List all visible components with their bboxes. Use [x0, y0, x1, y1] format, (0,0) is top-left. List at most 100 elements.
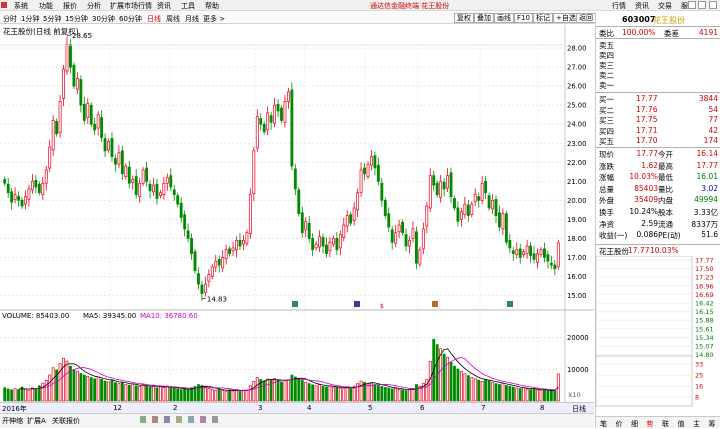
- tool-icon-2[interactable]: [152, 416, 158, 423]
- period-monthly[interactable]: 月线: [185, 14, 199, 24]
- volume-bar: [3, 387, 7, 402]
- candle: [549, 262, 553, 266]
- maximize-icon[interactable]: [698, 1, 706, 9]
- menu-analysis[interactable]: 分析: [87, 1, 101, 11]
- tool-icon-5[interactable]: [188, 416, 194, 423]
- candle: [238, 239, 242, 247]
- date-scroll[interactable]: 2016年 12 2 3 4 5 6 7 8 日线: [0, 403, 594, 414]
- volume-bar: [390, 388, 394, 402]
- menu-right-trade[interactable]: 交易: [658, 1, 672, 11]
- tool-icon-7[interactable]: [212, 416, 218, 423]
- candle: [383, 199, 387, 216]
- tool-icon-1[interactable]: [140, 416, 146, 423]
- mini-intraday-chart[interactable]: 17.7717.5017.2316.9616.6916.4216.1515.88…: [596, 256, 720, 414]
- candle: [487, 195, 491, 209]
- overlay-button[interactable]: 叠加: [474, 13, 494, 23]
- volume-bar: [428, 361, 432, 402]
- buy-volume: 3844: [698, 94, 718, 103]
- candle: [183, 214, 187, 230]
- f10-button[interactable]: F10: [514, 13, 533, 23]
- tool-icon-3[interactable]: [164, 416, 170, 423]
- volume-bar: [300, 380, 304, 402]
- candle: [231, 247, 235, 252]
- tool-icon-6[interactable]: [200, 416, 206, 423]
- candle: [141, 169, 145, 184]
- volume-bar: [114, 382, 117, 402]
- volume-bar: [30, 387, 34, 402]
- volume-bar: [318, 384, 321, 402]
- stat-label-2: 最高: [658, 161, 673, 171]
- mark-button[interactable]: 标记: [533, 13, 553, 23]
- date-12: 12: [113, 404, 122, 412]
- add-watchlist-button[interactable]: +自选: [553, 13, 579, 23]
- event-flag-icon[interactable]: $: [380, 303, 384, 310]
- period-30min[interactable]: 30分钟: [92, 14, 115, 24]
- candle: [484, 180, 488, 194]
- period-15min[interactable]: 15分钟: [65, 14, 88, 24]
- event-marker-icon[interactable]: [354, 301, 360, 307]
- menu-function[interactable]: 功能: [39, 1, 53, 11]
- back-button[interactable]: 返回: [576, 13, 596, 23]
- kline-chart[interactable]: 花王股份(日线 前复权) 28.65 14.83 28.00 27.00 26.00…: [0, 25, 594, 402]
- menu-quote[interactable]: 报价: [63, 1, 77, 11]
- menu-help[interactable]: 帮助: [205, 1, 219, 11]
- event-marker-icon[interactable]: [507, 301, 513, 307]
- period-daily[interactable]: 日线: [147, 14, 161, 24]
- mini-tick-6: 16.15: [695, 308, 714, 316]
- menu-system[interactable]: 系统: [14, 1, 28, 11]
- candle: [553, 264, 557, 270]
- stat-value: 0.086: [636, 230, 658, 240]
- volume-bar: [470, 377, 474, 402]
- volume-bar: [480, 381, 484, 402]
- menu-extended-market[interactable]: 扩展市场行情: [110, 1, 152, 11]
- period-more[interactable]: 更多 >: [203, 14, 225, 24]
- candle: [311, 238, 315, 251]
- stat-label-2: 流通: [658, 219, 673, 229]
- candle: [210, 266, 214, 277]
- volume-bar: [408, 389, 411, 402]
- candle: [415, 231, 418, 264]
- minimize-icon[interactable]: [688, 1, 696, 9]
- tab-expand[interactable]: 开伸缩: [2, 416, 23, 426]
- period-intraday[interactable]: 分时: [3, 14, 17, 24]
- event-marker-icon[interactable]: [292, 301, 298, 307]
- mini-tick-11: 14.80: [695, 351, 714, 359]
- volume-bar: [117, 383, 121, 402]
- tab-related[interactable]: 关联报价: [52, 416, 80, 426]
- tool-icon-4[interactable]: [176, 416, 182, 423]
- buy-row-4: 买四 17.71 42: [596, 126, 720, 136]
- menu-right-quote[interactable]: 行情: [612, 1, 626, 11]
- candle: [421, 228, 425, 250]
- ma5-label: MA5: 39345.00: [83, 312, 136, 320]
- tab-ext-a[interactable]: 扩展A: [27, 416, 46, 426]
- menu-bar: 系统 功能 报价 分析 扩展市场行情 资讯 工具 帮助 通达信金融终端 花王股份…: [0, 0, 720, 11]
- candle: [262, 123, 266, 133]
- event-marker-icon[interactable]: [432, 301, 438, 307]
- candle: [27, 188, 31, 200]
- volume-bar: [124, 384, 128, 402]
- volume-bar: [89, 377, 93, 402]
- volume-bar: [214, 389, 218, 402]
- chart-header: 花王股份(日线 前复权): [3, 26, 79, 36]
- candle: [293, 168, 297, 190]
- adjust-button[interactable]: 复权: [454, 13, 474, 23]
- volume-bar: [321, 386, 325, 402]
- period-1min[interactable]: 1分钟: [21, 14, 39, 24]
- draw-button[interactable]: 画线: [494, 13, 514, 23]
- app-logo-icon: [1, 1, 8, 9]
- stat-label-2: 今开: [658, 150, 673, 159]
- volume-bar: [75, 370, 79, 402]
- stat-label-2: 股本: [658, 208, 673, 217]
- date-5: 5: [368, 404, 373, 412]
- close-icon[interactable]: [709, 1, 717, 9]
- candle: [363, 167, 366, 175]
- menu-news[interactable]: 资讯: [157, 1, 171, 11]
- menu-right-news[interactable]: 资讯: [635, 1, 649, 11]
- period-60min[interactable]: 60分钟: [119, 14, 142, 24]
- volume-bar: [252, 381, 256, 402]
- period-5min[interactable]: 5分钟: [43, 14, 61, 24]
- candle: [314, 243, 318, 249]
- menu-tools[interactable]: 工具: [181, 1, 195, 11]
- period-weekly[interactable]: 周线: [166, 14, 180, 24]
- mini-tick-1: 17.50: [695, 265, 714, 273]
